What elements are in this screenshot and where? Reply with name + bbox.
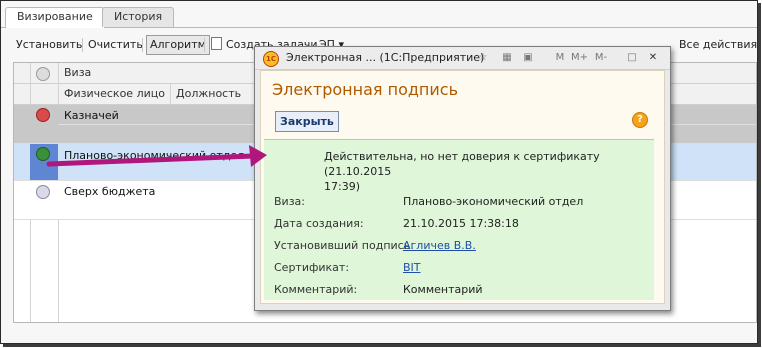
chevron-down-icon: ▾ [757,38,758,51]
main-frame: Визирование История Установить Очистить … [0,0,758,344]
annotation-arrow [46,145,267,167]
